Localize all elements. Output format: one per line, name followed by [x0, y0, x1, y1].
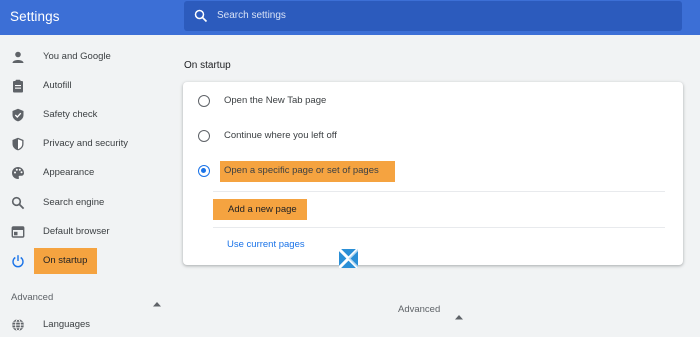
sidebar-item-default-browser[interactable]: Default browser [0, 219, 170, 245]
sidebar-item-label: On startup [43, 255, 88, 266]
sidebar-item-safety-check[interactable]: Safety check [0, 102, 170, 128]
sidebar-item-label: Default browser [43, 226, 110, 237]
radio-label: Open the New Tab page [224, 95, 327, 106]
add-new-page-button[interactable]: Add a new page [213, 199, 307, 220]
use-current-pages-link[interactable]: Use current pages [227, 239, 305, 250]
sidebar-item-languages[interactable]: Languages [0, 312, 170, 337]
palette-icon [11, 166, 25, 180]
search-icon [194, 9, 208, 23]
shield-icon [11, 137, 25, 151]
search-placeholder: Search settings [217, 10, 286, 21]
advanced-label: Advanced [398, 304, 441, 315]
sidebar-item-autofill[interactable]: Autofill [0, 73, 170, 99]
power-icon [11, 254, 25, 268]
sidebar-item-label: Appearance [43, 167, 95, 178]
sidebar-item-label: Privacy and security [43, 138, 129, 149]
advanced-label: Advanced [11, 292, 54, 303]
person-icon [11, 50, 25, 64]
logo-icon [337, 247, 360, 270]
radio-label: Open a specific page or set of pages [224, 165, 379, 176]
shield-check-icon [11, 108, 25, 122]
advanced-toggle[interactable]: Advanced [398, 303, 468, 320]
clipboard-icon [11, 79, 25, 93]
app-title: Settings [10, 9, 60, 24]
radio-button[interactable] [198, 95, 210, 107]
globe-icon [11, 318, 25, 332]
radio-open-specific-pages[interactable]: Open a specific page or set of pages [183, 158, 683, 184]
section-title: On startup [184, 60, 231, 71]
search-input[interactable]: Search settings [184, 1, 682, 31]
caret-up-icon [455, 307, 463, 320]
caret-up-icon [153, 294, 161, 307]
sidebar-item-search-engine[interactable]: Search engine [0, 190, 170, 216]
sidebar-item-label: You and Google [43, 51, 111, 62]
sidebar-item-you-and-google[interactable]: You and Google [0, 44, 170, 70]
radio-button[interactable] [198, 130, 210, 142]
sidebar-item-on-startup[interactable]: On startup [0, 248, 170, 274]
divider [213, 227, 665, 228]
browser-icon [11, 225, 25, 239]
search-icon [11, 196, 25, 210]
radio-button-checked[interactable] [198, 165, 210, 177]
radio-label: Continue where you left off [224, 130, 337, 141]
sidebar-item-label: Languages [43, 319, 91, 330]
sidebar-item-privacy-and-security[interactable]: Privacy and security [0, 131, 170, 157]
sidebar-item-label: Safety check [43, 109, 98, 120]
sidebar-item-appearance[interactable]: Appearance [0, 160, 170, 186]
add-new-page-label: Add a new page [228, 204, 297, 215]
radio-continue-where-left-off[interactable]: Continue where you left off [183, 123, 683, 149]
settings-header: Settings Search settings [0, 0, 700, 35]
sidebar: You and Google Autofill Safety check Pri… [0, 35, 170, 337]
advanced-section-toggle[interactable]: Advanced [10, 291, 162, 307]
radio-open-new-tab[interactable]: Open the New Tab page [183, 88, 683, 114]
sidebar-item-label: Search engine [43, 197, 105, 208]
divider [213, 191, 665, 192]
sidebar-item-label: Autofill [43, 80, 72, 91]
on-startup-card: Open the New Tab page Continue where you… [183, 82, 683, 265]
